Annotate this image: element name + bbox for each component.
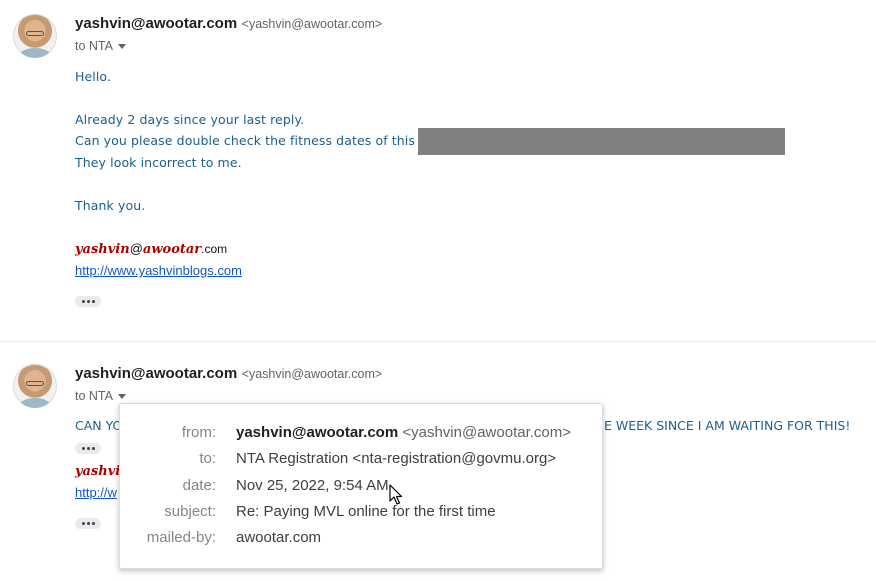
detail-value: awootar.com: [236, 529, 322, 546]
mouse-cursor-icon: [389, 484, 403, 505]
detail-label: date:: [182, 477, 216, 494]
body-line: CAN YO: [75, 418, 123, 433]
sender-header: yashvin@awootar.com <yashvin@awootar.com…: [75, 15, 382, 33]
detail-label: from:: [181, 424, 216, 441]
from-name: yashvin@awootar.com: [236, 424, 399, 441]
to-label: to NTA: [75, 39, 113, 53]
redacted-block: [418, 128, 785, 155]
to-label: to NTA: [75, 389, 113, 403]
signature: yashvi: [75, 464, 121, 479]
body-line: They look incorrect to me.: [75, 155, 242, 170]
body-line: Thank you.: [75, 198, 146, 213]
detail-value: NTA Registration <nta-registration@govmu…: [236, 450, 557, 467]
dropdown-caret-icon[interactable]: [117, 394, 126, 400]
sender-avatar[interactable]: [13, 14, 57, 58]
message-details-popup: from: yashvin@awootar.com <yashvin@awoot…: [119, 403, 603, 569]
body-line: E WEEK SINCE I AM WAITING FOR THIS!: [604, 418, 851, 433]
signature: yashvin@awootar.com: [75, 241, 228, 257]
detail-value: Nov 25, 2022, 9:54 AM: [236, 477, 389, 494]
more-dots-icon[interactable]: [75, 518, 101, 529]
sender-email: <yashvin@awootar.com>: [241, 17, 383, 31]
more-dots-icon[interactable]: [75, 296, 101, 307]
signature-link[interactable]: http://www.yashvinblogs.com: [75, 263, 242, 278]
detail-label: to:: [199, 450, 216, 467]
body-line: Already 2 days since your last reply.: [75, 112, 305, 127]
more-dots-icon[interactable]: [75, 443, 101, 454]
signature-link[interactable]: http://w: [75, 485, 117, 500]
dropdown-caret-icon[interactable]: [117, 44, 126, 50]
recipients-toggle[interactable]: to NTA: [75, 389, 126, 403]
body-line: Can you please double check the fitness …: [75, 133, 415, 148]
sender-name[interactable]: yashvin@awootar.com: [75, 15, 237, 32]
detail-value: Re: Paying MVL online for the first time: [236, 503, 496, 520]
sender-email: <yashvin@awootar.com>: [241, 367, 383, 381]
sender-avatar[interactable]: [13, 364, 57, 408]
recipients-toggle[interactable]: to NTA: [75, 39, 126, 53]
sender-header: yashvin@awootar.com <yashvin@awootar.com…: [75, 365, 382, 383]
message-divider: [0, 341, 876, 342]
from-email: <yashvin@awootar.com>: [402, 424, 572, 441]
detail-label: mailed-by:: [146, 529, 216, 546]
detail-label: subject:: [164, 503, 216, 520]
body-line: Hello.: [75, 69, 112, 84]
sender-name[interactable]: yashvin@awootar.com: [75, 365, 237, 382]
